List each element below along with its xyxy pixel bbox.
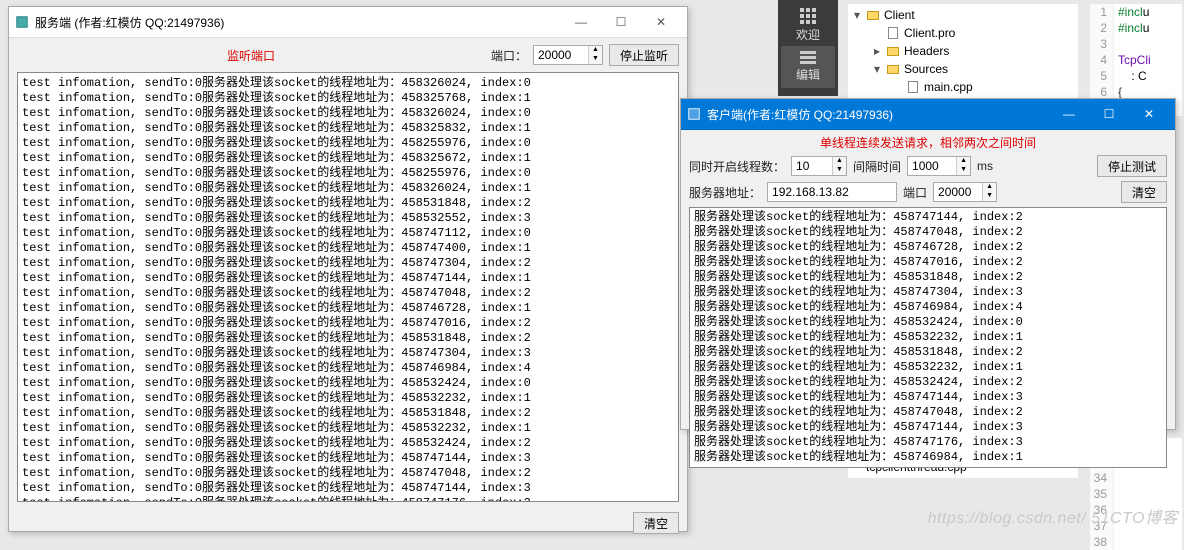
app-icon — [15, 15, 29, 29]
tree-label: main.cpp — [924, 78, 973, 96]
spin-down-icon[interactable]: ▼ — [588, 55, 602, 64]
tree-label: Client — [884, 6, 915, 24]
threads-input[interactable] — [792, 157, 832, 175]
client-titlebar[interactable]: 客户端(作者:红模仿 QQ:21497936) — ☐ ✕ — [681, 99, 1175, 130]
listen-port-label: 监听端口 — [17, 47, 485, 64]
server-addr-label: 服务器地址： — [689, 184, 761, 201]
maximize-button[interactable]: ☐ — [1089, 103, 1129, 125]
tree-label: Headers — [904, 42, 949, 60]
folder-icon — [866, 8, 880, 22]
server-log-textarea[interactable]: test infomation, sendTo:0服务器处理该socket的线程… — [17, 72, 679, 502]
tree-label: Sources — [904, 60, 948, 78]
folder-icon — [886, 44, 900, 58]
maximize-button[interactable]: ☐ — [601, 11, 641, 33]
ide-tab-welcome-label: 欢迎 — [796, 26, 820, 43]
client-window: 客户端(作者:红模仿 QQ:21497936) — ☐ ✕ 单线程连续发送请求，… — [680, 98, 1176, 430]
ide-tab-edit-label: 编辑 — [796, 66, 820, 83]
tree-item-client-pro[interactable]: Client.pro — [852, 24, 1074, 42]
server-addr-input[interactable] — [767, 182, 897, 202]
tree-item-headers[interactable]: ▸ Headers — [852, 42, 1074, 60]
server-toolbar: 监听端口 端口： ▲▼ 停止监听 — [9, 38, 687, 72]
tree-label: Client.pro — [904, 24, 955, 42]
interval-spinbox[interactable]: ▲▼ — [907, 156, 971, 176]
project-tree[interactable]: ▾ Client Client.pro ▸ Headers ▾ Sources … — [848, 4, 1078, 98]
client-title-text: 客户端(作者:红模仿 QQ:21497936) — [707, 106, 1049, 123]
spin-down-icon[interactable]: ▼ — [956, 166, 970, 175]
spin-up-icon[interactable]: ▲ — [982, 183, 996, 192]
expand-icon[interactable]: ▾ — [852, 6, 862, 24]
client-red-hint: 单线程连续发送请求，相邻两次之间时间 — [689, 134, 1167, 151]
minimize-button[interactable]: — — [561, 11, 601, 33]
spin-up-icon[interactable]: ▲ — [588, 46, 602, 55]
close-button[interactable]: ✕ — [641, 11, 681, 33]
spin-down-icon[interactable]: ▼ — [832, 166, 846, 175]
file-icon — [886, 26, 900, 40]
close-button[interactable]: ✕ — [1129, 103, 1169, 125]
spin-down-icon[interactable]: ▼ — [982, 192, 996, 201]
server-window: 服务端 (作者:红模仿 QQ:21497936) — ☐ ✕ 监听端口 端口： … — [8, 6, 688, 532]
client-log-textarea[interactable]: 服务器处理该socket的线程地址为：458747144, index:2 服务… — [689, 207, 1167, 468]
expand-icon[interactable]: ▸ — [872, 42, 882, 60]
tree-item-main-cpp[interactable]: main.cpp — [852, 78, 1074, 96]
minimize-button[interactable]: — — [1049, 103, 1089, 125]
server-titlebar[interactable]: 服务端 (作者:红模仿 QQ:21497936) — ☐ ✕ — [9, 7, 687, 38]
ide-tab-edit[interactable]: 编辑 — [781, 46, 835, 88]
tree-item-sources[interactable]: ▾ Sources — [852, 60, 1074, 78]
file-icon — [906, 80, 920, 94]
stop-listen-button[interactable]: 停止监听 — [609, 44, 679, 66]
threads-label: 同时开启线程数： — [689, 158, 785, 175]
stop-test-button[interactable]: 停止测试 — [1097, 155, 1167, 177]
ide-activity-bar: 欢迎 编辑 — [778, 0, 838, 96]
threads-spinbox[interactable]: ▲▼ — [791, 156, 847, 176]
interval-input[interactable] — [908, 157, 956, 175]
client-port-spinbox[interactable]: ▲▼ — [933, 182, 997, 202]
server-title-text: 服务端 (作者:红模仿 QQ:21497936) — [35, 14, 561, 31]
app-icon — [687, 107, 701, 121]
ms-label: ms — [977, 159, 993, 173]
server-clear-button[interactable]: 清空 — [633, 512, 679, 534]
port-spinbox[interactable]: ▲▼ — [533, 45, 603, 65]
client-row-threads: 同时开启线程数： ▲▼ 间隔时间 ▲▼ ms 停止测试 — [689, 155, 1167, 177]
client-port-input[interactable] — [934, 183, 982, 201]
folder-icon — [886, 62, 900, 76]
tree-item-client[interactable]: ▾ Client — [852, 6, 1074, 24]
expand-icon[interactable]: ▾ — [872, 60, 882, 78]
spin-up-icon[interactable]: ▲ — [956, 157, 970, 166]
spin-up-icon[interactable]: ▲ — [832, 157, 846, 166]
client-port-label: 端口 — [903, 184, 927, 201]
port-input[interactable] — [534, 46, 588, 64]
client-row-address: 服务器地址： 端口 ▲▼ 清空 — [689, 181, 1167, 203]
ide-tab-welcome[interactable]: 欢迎 — [781, 4, 835, 46]
port-label: 端口： — [491, 47, 527, 64]
interval-label: 间隔时间 — [853, 158, 901, 175]
client-clear-button[interactable]: 清空 — [1121, 181, 1167, 203]
